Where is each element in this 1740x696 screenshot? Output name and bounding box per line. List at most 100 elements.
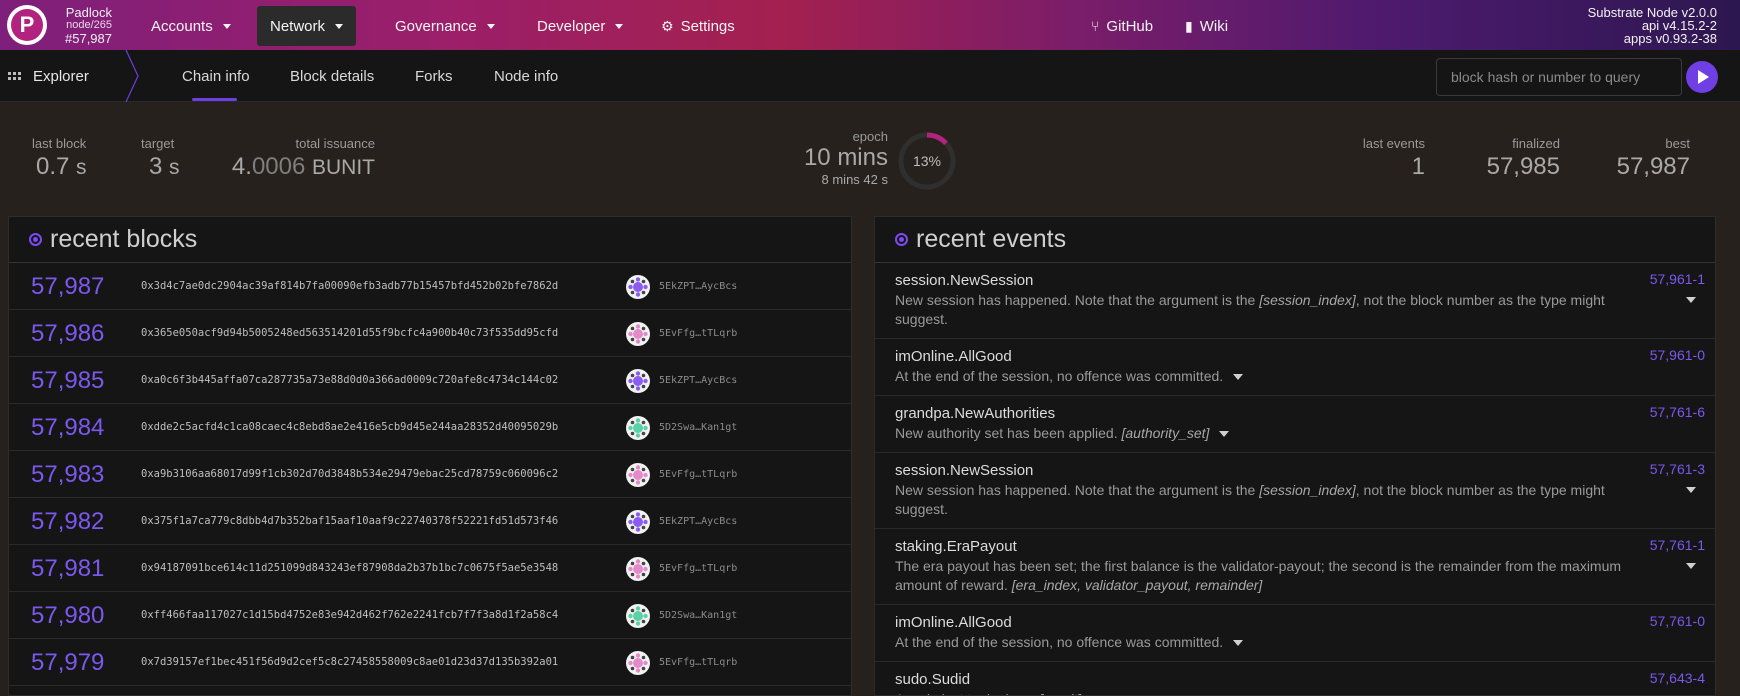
block-author[interactable]: 5EkZPT…AycBcs	[659, 375, 737, 386]
identicon-icon[interactable]	[626, 651, 650, 675]
table-row: 57,981 0x94187091bce614c11d251099d843243e…	[9, 545, 851, 592]
identicon-icon[interactable]	[626, 510, 650, 534]
table-row: 57,983 0xa9b3106aa68017d99f1cb302d70d3848…	[9, 451, 851, 498]
event-description: New session has happened. Note that the …	[895, 482, 1605, 517]
tab-node-info-label: Node info	[494, 67, 559, 85]
table-row: 57,984 0xdde2c5acfd4c1ca08caec4c8ebd8ae2e…	[9, 404, 851, 451]
identicon-icon[interactable]	[626, 369, 650, 393]
stat-value: 57,987	[1616, 153, 1690, 180]
menu-developer[interactable]: Developer	[524, 6, 636, 46]
block-author[interactable]: 5EkZPT…AycBcs	[659, 281, 737, 292]
chain-selector[interactable]: Padlock node/265 #57,987	[54, 6, 112, 45]
chevron-down-icon[interactable]	[1233, 640, 1244, 647]
block-number-link[interactable]: 57,986	[31, 320, 104, 348]
event-block-link[interactable]: 57,643-4	[1650, 670, 1705, 686]
link-wiki[interactable]: ▮ Wiki	[1172, 6, 1241, 46]
menu-settings-label: Settings	[680, 17, 735, 35]
tab-forks-label: Forks	[415, 67, 453, 85]
block-author[interactable]: 5EvFfg…tTLqrb	[659, 469, 737, 480]
event-block-link[interactable]: 57,761-0	[1650, 613, 1705, 629]
chevron-down-icon[interactable]	[1219, 431, 1230, 438]
event-block-link[interactable]: 57,761-3	[1650, 461, 1705, 477]
event-block-link[interactable]: 57,761-6	[1650, 404, 1705, 420]
event-description: At the end of the session, no offence wa…	[895, 633, 1695, 652]
code-branch-icon: ⑂	[1091, 18, 1100, 34]
block-number-link[interactable]: 57,981	[31, 555, 104, 583]
chevron-down-icon[interactable]	[1233, 374, 1244, 381]
list-item[interactable]: staking.EraPayout The era payout has been…	[875, 529, 1715, 605]
sub-navigation-bar: Explorer Chain info Block details Forks …	[0, 50, 1740, 102]
chevron-down-icon[interactable]	[1686, 563, 1696, 569]
event-block-link[interactable]: 57,961-0	[1650, 347, 1705, 363]
list-item[interactable]: imOnline.AllGood At the end of the sessio…	[875, 605, 1715, 662]
event-block-link[interactable]: 57,961-1	[1650, 271, 1705, 287]
block-author[interactable]: 5EvFfg…tTLqrb	[659, 563, 737, 574]
block-number-link[interactable]: 57,979	[31, 649, 104, 677]
event-description: New authority set has been applied. [aut…	[895, 424, 1695, 443]
tab-block-details-label: Block details	[290, 67, 375, 85]
event-name: imOnline.AllGood	[895, 348, 1012, 365]
list-item[interactable]: grandpa.NewAuthorities New authority set …	[875, 396, 1715, 453]
block-number-link[interactable]: 57,985	[31, 367, 104, 395]
menu-governance[interactable]: Governance	[382, 6, 508, 46]
menu-network[interactable]: Network	[257, 6, 357, 46]
stat-last-events: last events 1	[1340, 136, 1425, 181]
block-number-link[interactable]: 57,983	[31, 461, 104, 489]
block-author[interactable]: 5EkZPT…AycBcs	[659, 516, 737, 527]
list-item[interactable]: imOnline.AllGood At the end of the sessio…	[875, 339, 1715, 396]
identicon-icon[interactable]	[626, 604, 650, 628]
block-number-link[interactable]: 57,980	[31, 602, 104, 630]
list-item[interactable]: session.NewSession New session has happen…	[875, 263, 1715, 339]
stat-label: epoch	[852, 129, 888, 144]
block-author[interactable]: 5EvFfg…tTLqrb	[659, 657, 737, 668]
tab-node-info[interactable]: Node info	[494, 50, 558, 102]
block-query-input[interactable]	[1436, 58, 1682, 96]
menu-accounts[interactable]: Accounts	[138, 6, 244, 46]
block-author[interactable]: 5D2Swa…Kan1gt	[659, 422, 737, 433]
recent-blocks-title: recent blocks	[50, 225, 198, 253]
event-name: session.NewSession	[895, 272, 1034, 289]
identicon-icon[interactable]	[626, 275, 650, 299]
table-row: 57,982 0x375f1a7ca779c8dbb4d7b352baf15aaf…	[9, 498, 851, 545]
block-hash: 0xa9b3106aa68017d99f1cb302d70d3848b534e2…	[141, 468, 559, 480]
identicon-icon[interactable]	[626, 463, 650, 487]
chain-name: Padlock	[65, 5, 112, 20]
block-number-link[interactable]: 57,982	[31, 508, 104, 536]
list-item[interactable]: session.NewSession New session has happen…	[875, 453, 1715, 529]
query-submit-button[interactable]	[1686, 61, 1718, 93]
chevron-down-icon[interactable]	[1686, 297, 1696, 303]
version-info: Substrate Node v2.0.0 api v4.15.2-2 apps…	[1588, 6, 1717, 45]
link-github-label: GitHub	[1106, 17, 1154, 35]
radio-dot-icon	[29, 233, 42, 246]
table-row: 57,986 0x365e050acf9d94b5005248ed56351420…	[9, 310, 851, 357]
block-author[interactable]: 5EvFfg…tTLqrb	[659, 328, 737, 339]
link-github[interactable]: ⑂ GitHub	[1078, 6, 1166, 46]
menu-network-label: Network	[270, 17, 326, 35]
identicon-icon[interactable]	[626, 416, 650, 440]
tab-forks[interactable]: Forks	[415, 50, 453, 102]
chevron-down-icon[interactable]	[1686, 487, 1696, 493]
radio-dot-icon	[895, 233, 908, 246]
block-author[interactable]: 5D2Swa…Kan1gt	[659, 610, 737, 621]
event-block-link[interactable]: 57,761-1	[1650, 537, 1705, 553]
block-hash: 0x375f1a7ca779c8dbb4d7b352baf15aaf10aaf9…	[141, 515, 559, 527]
menu-settings[interactable]: ⚙ Settings	[648, 6, 748, 46]
section-explorer[interactable]: Explorer	[0, 50, 128, 102]
stat-value: 1	[1411, 153, 1425, 180]
event-name: session.NewSession	[895, 462, 1034, 479]
best-block-number: #57,987	[65, 31, 112, 46]
chain-logo[interactable]: P	[7, 5, 47, 45]
tab-block-details[interactable]: Block details	[290, 50, 374, 102]
recent-blocks-header: recent blocks	[9, 217, 851, 263]
chevron-down-icon	[486, 23, 495, 29]
list-item[interactable]: sudo.Sudid A sudo just took place. [resul…	[875, 662, 1715, 695]
identicon-icon[interactable]	[626, 322, 650, 346]
block-number-link[interactable]: 57,984	[31, 414, 104, 442]
tab-chain-info[interactable]: Chain info	[182, 50, 250, 102]
event-description: A sudo just took place. [result]	[895, 690, 1695, 695]
block-hash: 0xff466faa117027c1d15bd4752e83e942d462f7…	[141, 609, 559, 621]
stat-label: target	[141, 136, 175, 151]
block-number-link[interactable]: 57,987	[31, 273, 104, 301]
identicon-icon[interactable]	[626, 557, 650, 581]
recent-events-title: recent events	[916, 225, 1067, 253]
